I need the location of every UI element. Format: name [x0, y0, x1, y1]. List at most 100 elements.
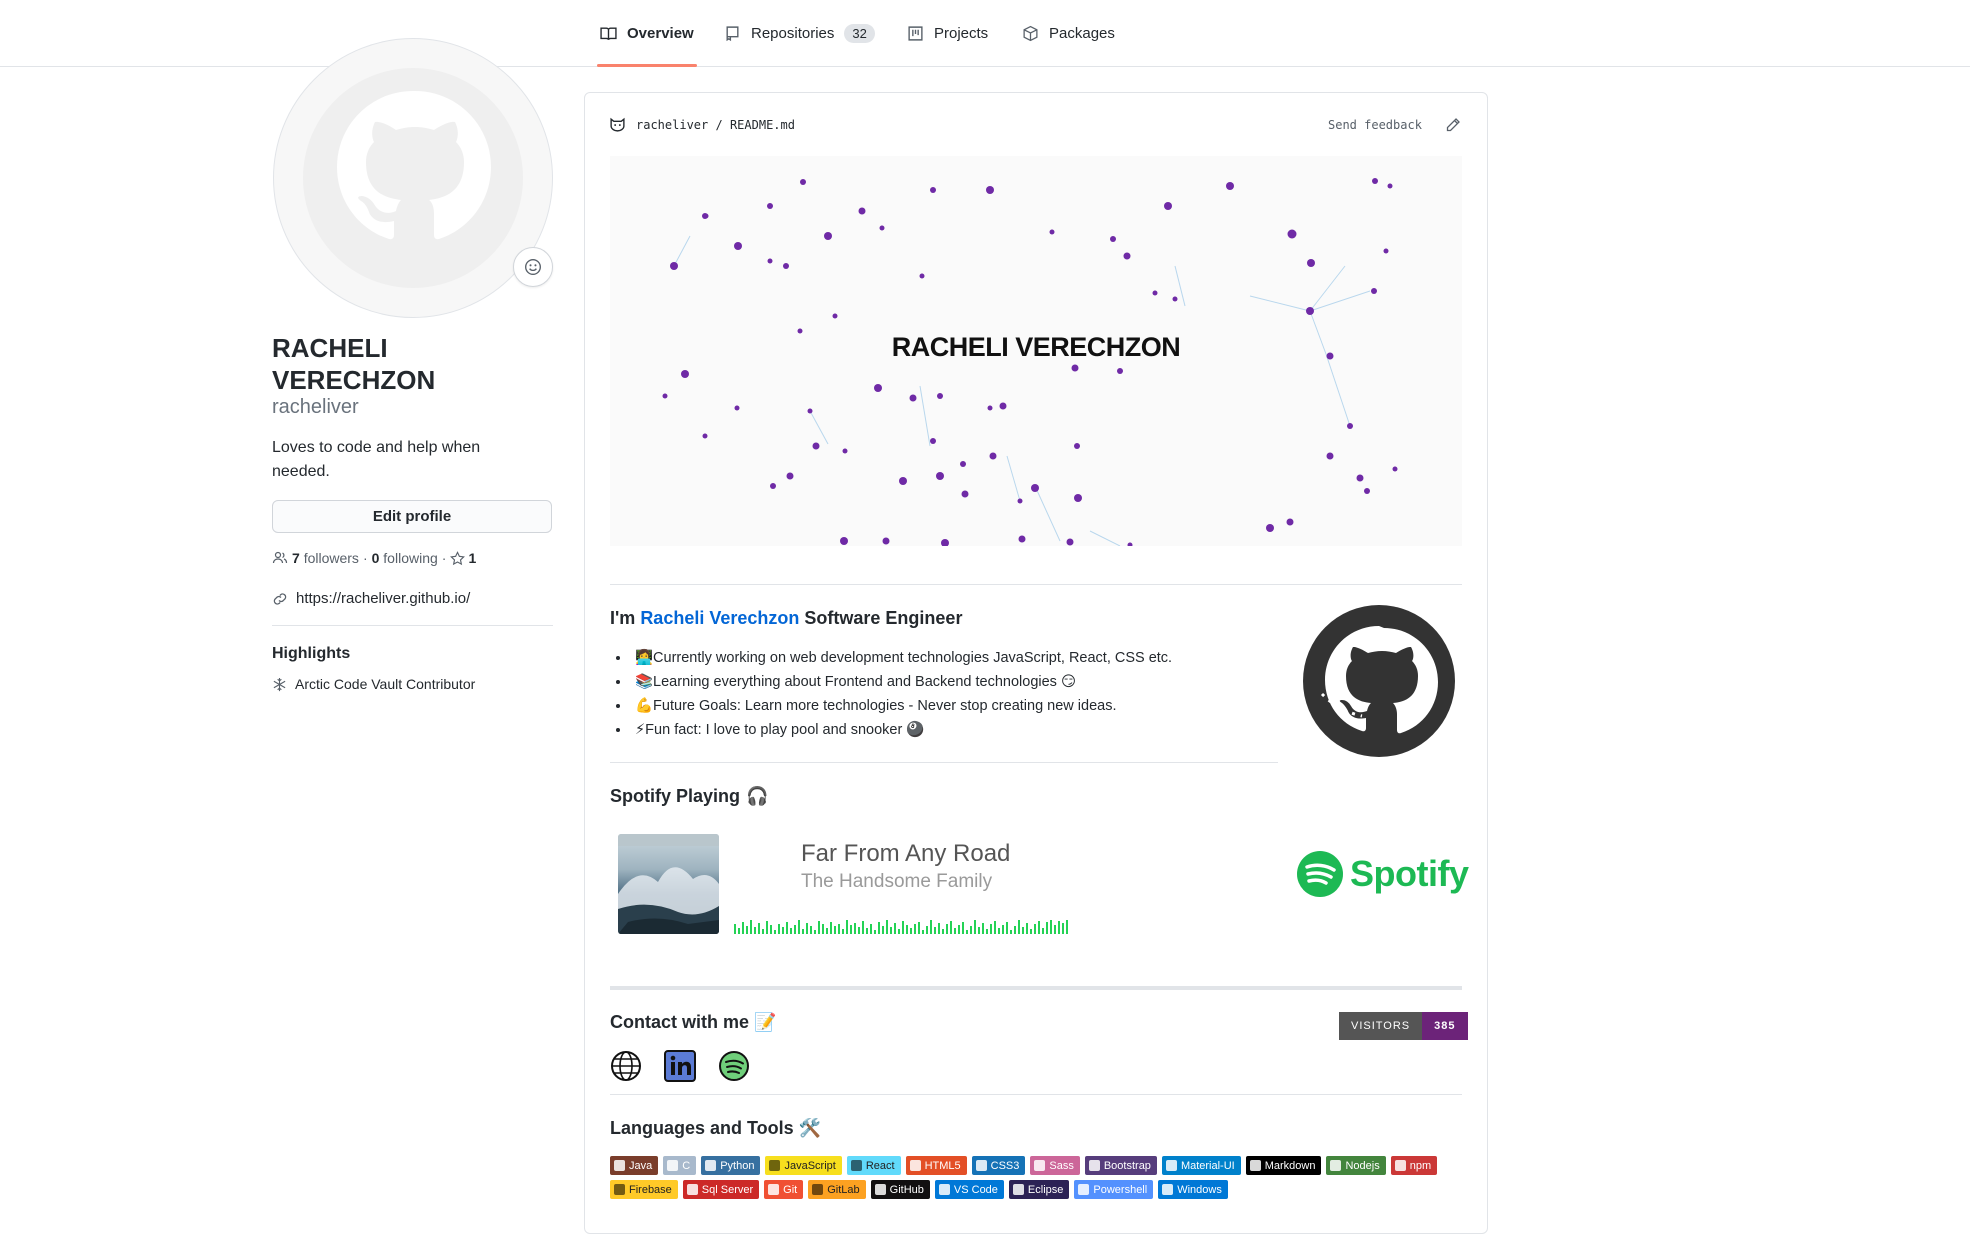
badge-label: Firebase — [629, 1183, 672, 1196]
repo-icon — [726, 25, 739, 41]
badge-logo-icon — [1330, 1160, 1342, 1171]
badge-powershell[interactable]: Powershell — [1074, 1180, 1154, 1199]
badge-label: CSS3 — [990, 1159, 1020, 1172]
tab-overview-label: Overview — [627, 24, 694, 42]
badge-npm[interactable]: npm — [1390, 1156, 1438, 1175]
badge-label: JavaScript — [784, 1159, 836, 1172]
badge-logo-icon — [938, 1184, 950, 1195]
badge-react[interactable]: React — [846, 1156, 901, 1175]
badge-github[interactable]: GitHub — [870, 1180, 930, 1199]
badge-logo-icon — [1165, 1160, 1177, 1171]
badge-sql-server[interactable]: Sql Server — [682, 1180, 760, 1199]
path-separator: / — [715, 117, 723, 132]
badge-nodejs[interactable]: Nodejs — [1326, 1156, 1386, 1175]
readme-file-link[interactable]: README.md — [730, 118, 795, 132]
edit-profile-button[interactable]: Edit profile — [272, 500, 552, 533]
followers-count: 7 — [292, 550, 300, 566]
particles-graphic: RACHELI VERECHZON — [662, 178, 1398, 548]
badge-logo-icon — [1162, 1184, 1174, 1195]
badge-label: Bootstrap — [1103, 1159, 1151, 1172]
badge-logo-icon — [768, 1184, 780, 1195]
people-icon — [272, 551, 288, 564]
badge-java[interactable]: Java — [610, 1156, 659, 1175]
website: https://racheliver.github.io/ — [272, 590, 470, 607]
tab-projects-label: Projects — [934, 24, 989, 42]
tab-repositories[interactable]: Repositories 32 — [724, 0, 875, 66]
badge-html5[interactable]: HTML5 — [905, 1156, 967, 1175]
stars-count: 1 — [468, 550, 477, 566]
badge-logo-icon — [1034, 1160, 1046, 1171]
highlight-arctic-vault[interactable]: Arctic Code Vault Contributor — [272, 676, 475, 692]
badge-label: VS Code — [953, 1183, 998, 1196]
banner-title: RACHELI VERECHZON — [892, 332, 1181, 362]
badge-label: Python — [720, 1159, 755, 1172]
badge-logo-icon — [909, 1160, 921, 1171]
badge-firebase[interactable]: Firebase — [610, 1180, 678, 1199]
send-feedback-link[interactable]: Send feedback — [1328, 118, 1422, 132]
badge-label: Git — [783, 1183, 798, 1196]
badge-logo-icon — [850, 1160, 862, 1171]
badge-label: Nodejs — [1345, 1159, 1380, 1172]
profile-username: racheliver — [272, 396, 359, 418]
intro-suffix: Software Engineer — [804, 608, 963, 628]
visitors-count: 385 — [1422, 1012, 1468, 1040]
badge-label: Material-UI — [1180, 1159, 1235, 1172]
badge-javascript[interactable]: JavaScript — [765, 1156, 842, 1175]
badge-label: Eclipse — [1027, 1183, 1064, 1196]
badge-bootstrap[interactable]: Bootstrap — [1084, 1156, 1157, 1175]
website-link[interactable]: https://racheliver.github.io/ — [296, 590, 470, 607]
badge-label: Sass — [1049, 1159, 1074, 1172]
spotify-wordmark: Spotify — [1350, 853, 1469, 894]
following-label: following — [383, 550, 438, 566]
tools-heading: Languages and Tools 🛠️ — [610, 1118, 822, 1138]
badge-material-ui[interactable]: Material-UI — [1161, 1156, 1241, 1175]
star-icon — [450, 550, 466, 565]
highlights-title: Highlights — [272, 645, 351, 662]
badge-css3[interactable]: CSS3 — [971, 1156, 1026, 1175]
spotify-icon — [1297, 851, 1343, 897]
badge-git[interactable]: Git — [764, 1180, 804, 1199]
spotify-logo: Spotify — [1296, 850, 1469, 898]
profile-tab-bar: Overview Repositories 32 Projects Packag… — [0, 0, 1970, 67]
tab-repositories-label: Repositories — [751, 24, 835, 42]
contact-heading: Contact with me 📝 — [610, 1012, 777, 1032]
stars-link[interactable]: 1 — [450, 550, 476, 566]
following-link[interactable]: 0 following — [372, 550, 438, 566]
badge-logo-icon — [975, 1160, 987, 1171]
set-status-button[interactable] — [513, 247, 553, 287]
tab-overview[interactable]: Overview — [597, 0, 697, 67]
badge-windows[interactable]: Windows — [1158, 1180, 1228, 1199]
badge-logo-icon — [1088, 1160, 1100, 1171]
badge-markdown[interactable]: Markdown — [1245, 1156, 1322, 1175]
badge-vs-code[interactable]: VS Code — [934, 1180, 1004, 1199]
spotify-now-playing[interactable]: Far From Any Road The Handsome Family Sp… — [610, 826, 1469, 946]
intro-prefix: I'm — [610, 608, 636, 628]
badge-eclipse[interactable]: Eclipse — [1008, 1180, 1070, 1199]
about-list: 👩‍💻Currently working on web development … — [610, 646, 1172, 742]
badge-logo-icon — [1394, 1160, 1406, 1171]
intro-heading: I'm Racheli Verechzon Software Engineer — [610, 608, 962, 629]
badge-logo-icon — [614, 1160, 625, 1171]
badge-label: Sql Server — [701, 1183, 754, 1196]
equalizer-bars — [734, 920, 1068, 934]
readme-owner-link[interactable]: racheliver — [636, 118, 708, 132]
badge-gitlab[interactable]: GitLab — [808, 1180, 866, 1199]
badge-label: Java — [629, 1159, 653, 1172]
smiley-cat-icon — [610, 117, 625, 132]
followers-link[interactable]: 7 followers — [292, 550, 359, 566]
avatar[interactable] — [273, 38, 553, 318]
readme-banner: RACHELI VERECHZON — [610, 156, 1462, 548]
tab-packages[interactable]: Packages — [1022, 0, 1115, 66]
spotify-link-icon[interactable] — [718, 1050, 750, 1082]
edit-readme-button[interactable] — [1445, 117, 1461, 138]
badge-label: Windows — [1177, 1183, 1222, 1196]
equalizer-bar-group — [734, 920, 1068, 934]
visitors-badge: VISITORS 385 — [1339, 1012, 1468, 1040]
badge-python[interactable]: Python — [701, 1156, 761, 1175]
badge-c[interactable]: C — [663, 1156, 697, 1175]
intro-name-link[interactable]: Racheli Verechzon — [640, 608, 799, 628]
tab-projects[interactable]: Projects — [907, 0, 988, 66]
linkedin-icon[interactable] — [664, 1050, 696, 1082]
badge-sass[interactable]: Sass — [1030, 1156, 1080, 1175]
globe-icon[interactable] — [610, 1050, 642, 1082]
